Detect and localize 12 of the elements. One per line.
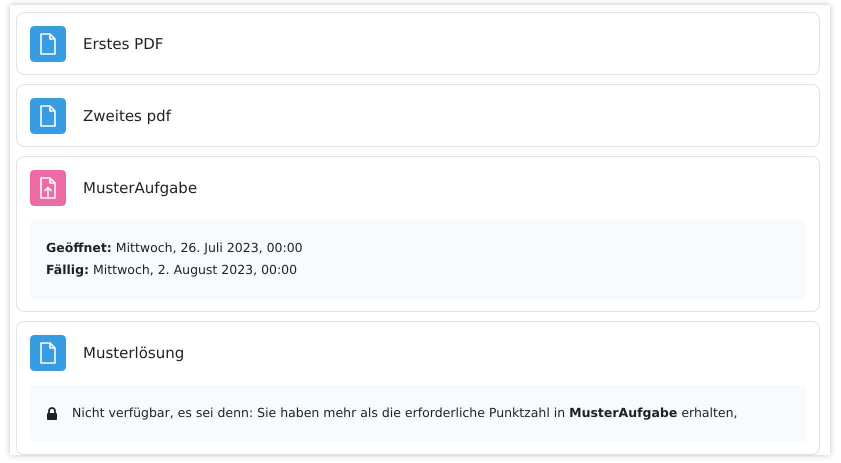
file-upload-icon (30, 170, 66, 206)
activity-link[interactable]: Musterlösung (83, 344, 184, 362)
file-icon (30, 26, 66, 62)
restriction-text: Nicht verfügbar, es sei denn: Sie haben mehr als die erforderliche Punktzahl in MusterAufgabe erhalten, (72, 404, 738, 422)
activity-link[interactable]: Erstes PDF (83, 35, 164, 53)
activity-link[interactable]: Zweites pdf (83, 107, 171, 125)
file-icon (30, 98, 66, 134)
date-text: Fällig: Mittwoch, 2. August 2023, 00:00 (46, 261, 298, 279)
date-text: Geöffnet: Mittwoch, 26. Juli 2023, 00:00 (46, 239, 304, 257)
lock-icon (46, 406, 58, 420)
activity-link[interactable]: MusterAufgabe (83, 179, 198, 197)
file-icon (30, 335, 66, 371)
